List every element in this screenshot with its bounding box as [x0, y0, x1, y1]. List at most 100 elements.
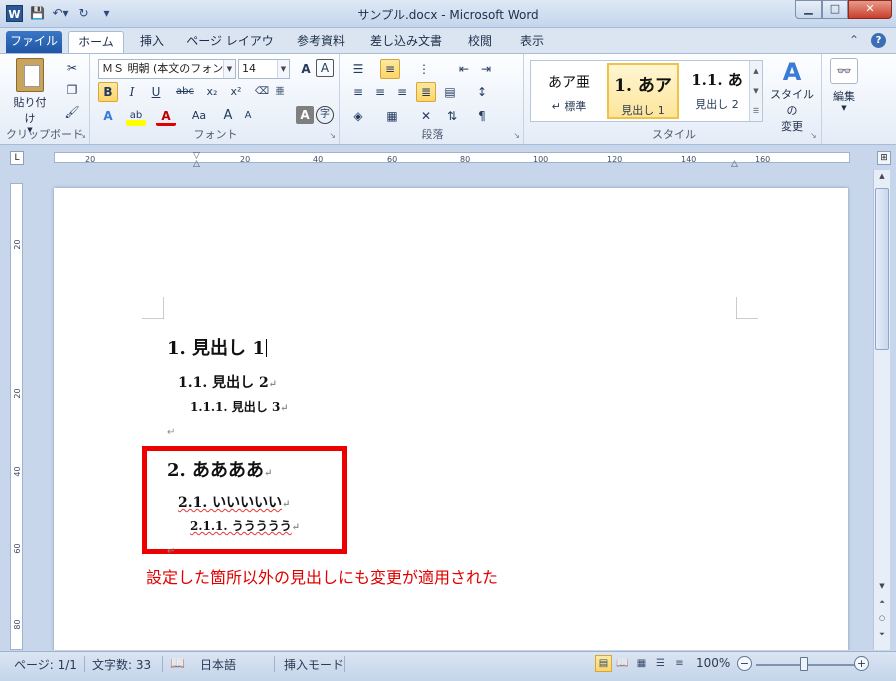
change-case-button[interactable]: Aa	[186, 106, 212, 126]
cut-icon[interactable]: ✂	[62, 58, 82, 78]
heading-3-second[interactable]: 2.1.1. ううううう↵	[190, 517, 300, 534]
tab-page-layout[interactable]: ページ レイアウト	[182, 31, 278, 68]
align-right-icon[interactable]: ≡	[392, 82, 412, 102]
browse-object-icon[interactable]: ○	[874, 614, 890, 628]
minimize-button[interactable]: ▁	[795, 0, 822, 19]
close-button[interactable]: ✕	[848, 0, 892, 19]
proofing-icon[interactable]: 📖	[170, 656, 185, 670]
superscript-button[interactable]: x²	[226, 82, 246, 102]
borders-icon[interactable]: ▦	[382, 106, 402, 126]
full-screen-reading-icon[interactable]: 📖	[614, 655, 631, 672]
clipboard-launcher-icon[interactable]: ↘	[79, 131, 86, 140]
next-page-icon[interactable]: ⏷	[874, 630, 890, 644]
copy-icon[interactable]: ❐	[62, 80, 82, 100]
show-marks-icon[interactable]: ¶	[472, 106, 492, 126]
tab-insert[interactable]: 挿入	[130, 31, 174, 53]
tab-references[interactable]: 参考資料	[288, 31, 354, 53]
highlight-icon[interactable]: ab	[126, 106, 146, 126]
shading-icon[interactable]: ◈	[348, 106, 368, 126]
zoom-level[interactable]: 100%	[696, 656, 730, 670]
hanging-indent-icon[interactable]: △	[193, 159, 200, 169]
font-launcher-icon[interactable]: ↘	[329, 131, 336, 140]
heading-2[interactable]: 1.1. 見出し 2↵	[178, 372, 277, 392]
styles-scroll[interactable]: ▲ ▼ ☰	[749, 61, 762, 121]
zoom-in-icon[interactable]: +	[854, 656, 869, 671]
styles-down-icon[interactable]: ▼	[750, 81, 762, 101]
heading-3[interactable]: 1.1.1. 見出し 3↵	[190, 398, 289, 415]
italic-button[interactable]: I	[122, 82, 142, 102]
print-layout-icon[interactable]: ▤	[595, 655, 612, 672]
text-effects-icon[interactable]: A	[98, 106, 118, 126]
tab-view[interactable]: 表示	[510, 31, 554, 53]
font-name-dropdown-icon[interactable]: ▼	[223, 60, 235, 78]
shrink-font-icon[interactable]: A	[238, 106, 258, 126]
tab-file[interactable]: ファイル	[6, 31, 62, 53]
style-heading-2[interactable]: 1.1. あ 見出し 2	[681, 63, 753, 119]
font-size-combo[interactable]: 14 ▼	[238, 59, 290, 79]
vertical-scrollbar[interactable]: ▲ ▼ ⏶ ○ ⏷	[873, 170, 890, 650]
format-painter-icon[interactable]: 🖌	[62, 102, 82, 122]
outline-icon[interactable]: ☰	[652, 655, 669, 672]
page-count[interactable]: ページ: 1/1	[14, 656, 77, 673]
insert-mode[interactable]: 挿入モード	[284, 656, 344, 673]
tab-mailings[interactable]: 差し込み文書	[364, 31, 448, 53]
minimize-ribbon-icon[interactable]: ⌃	[849, 33, 859, 48]
align-center-icon[interactable]: ≡	[370, 82, 390, 102]
view-ruler-icon[interactable]: ⊞	[877, 151, 891, 165]
zoom-slider-knob[interactable]	[800, 657, 808, 671]
language[interactable]: 日本語	[200, 656, 236, 673]
right-indent-icon[interactable]: △	[731, 159, 738, 169]
zoom-out-icon[interactable]: −	[737, 656, 752, 671]
heading-1-second[interactable]: 2. ああああ↵	[167, 456, 272, 482]
word-count[interactable]: 文字数: 33	[92, 656, 151, 673]
clear-formatting-icon[interactable]: ⌫	[252, 82, 272, 102]
phonetic-guide-icon[interactable]: 亜	[270, 82, 290, 102]
subscript-button[interactable]: x₂	[202, 82, 222, 102]
increase-indent-icon[interactable]: ⇥	[476, 59, 496, 79]
strikethrough-button[interactable]: abc	[172, 82, 198, 102]
style-normal[interactable]: あア亜 ↵ 標準	[533, 63, 605, 119]
document-page[interactable]: 1. 見出し 1 1.1. 見出し 2↵ 1.1.1. 見出し 3↵ ↵ 2. …	[54, 188, 848, 650]
styles-launcher-icon[interactable]: ↘	[810, 131, 817, 140]
styles-up-icon[interactable]: ▲	[750, 61, 762, 81]
decrease-indent-icon[interactable]: ⇤	[454, 59, 474, 79]
scroll-up-icon[interactable]: ▲	[874, 172, 890, 186]
font-name-combo[interactable]: ＭＳ 明朝 (本文のフォン ▼	[98, 59, 236, 79]
multilevel-list-icon[interactable]: ⋮	[414, 59, 434, 79]
web-layout-icon[interactable]: ▦	[633, 655, 650, 672]
align-left-icon[interactable]: ≡	[348, 82, 368, 102]
distributed-icon[interactable]: ▤	[440, 82, 460, 102]
heading-1[interactable]: 1. 見出し 1	[167, 334, 267, 360]
bullets-icon[interactable]: ☰	[348, 59, 368, 79]
justify-icon[interactable]: ≣	[416, 82, 436, 102]
empty-paragraph[interactable]: ↵	[167, 424, 175, 438]
empty-paragraph-2[interactable]: ↵	[167, 543, 175, 557]
maximize-button[interactable]: □	[822, 0, 848, 19]
numbering-icon[interactable]: ≡	[380, 59, 400, 79]
prev-page-icon[interactable]: ⏶	[874, 598, 890, 612]
change-styles-button[interactable]: A スタイルの 変更	[766, 58, 818, 134]
style-heading-1[interactable]: 1. あア 見出し 1	[607, 63, 679, 119]
sort-icon[interactable]: ⇅	[442, 106, 462, 126]
bold-button[interactable]: B	[98, 82, 118, 102]
ruler-bar[interactable]: 20 20 40 60 80 100 120 140 160 ▽ △ △	[54, 151, 850, 169]
tab-selector[interactable]: L	[10, 151, 24, 165]
char-shading-icon[interactable]: A	[296, 106, 314, 124]
font-color-button[interactable]: A	[156, 106, 176, 126]
enclose-chars-icon[interactable]: 字	[316, 106, 334, 124]
draft-icon[interactable]: ≡	[671, 655, 688, 672]
font-size-dropdown-icon[interactable]: ▼	[277, 60, 289, 78]
paragraph-launcher-icon[interactable]: ↘	[513, 131, 520, 140]
paste-button[interactable]: 貼り付け ▼	[10, 58, 50, 134]
underline-button[interactable]: U	[146, 82, 166, 102]
chinese-layout-icon[interactable]: ✕	[416, 106, 436, 126]
grow-font-button[interactable]: A	[296, 59, 316, 79]
styles-more-icon[interactable]: ☰	[750, 101, 762, 121]
scroll-down-icon[interactable]: ▼	[874, 582, 890, 596]
tab-home[interactable]: ホーム	[68, 31, 124, 53]
grow-font-icon[interactable]: A	[218, 106, 238, 126]
heading-2-second[interactable]: 2.1. いいいいい↵	[178, 492, 291, 512]
line-spacing-icon[interactable]: ↕	[472, 82, 492, 102]
scroll-thumb[interactable]	[875, 188, 889, 350]
tab-review[interactable]: 校閲	[458, 31, 502, 53]
